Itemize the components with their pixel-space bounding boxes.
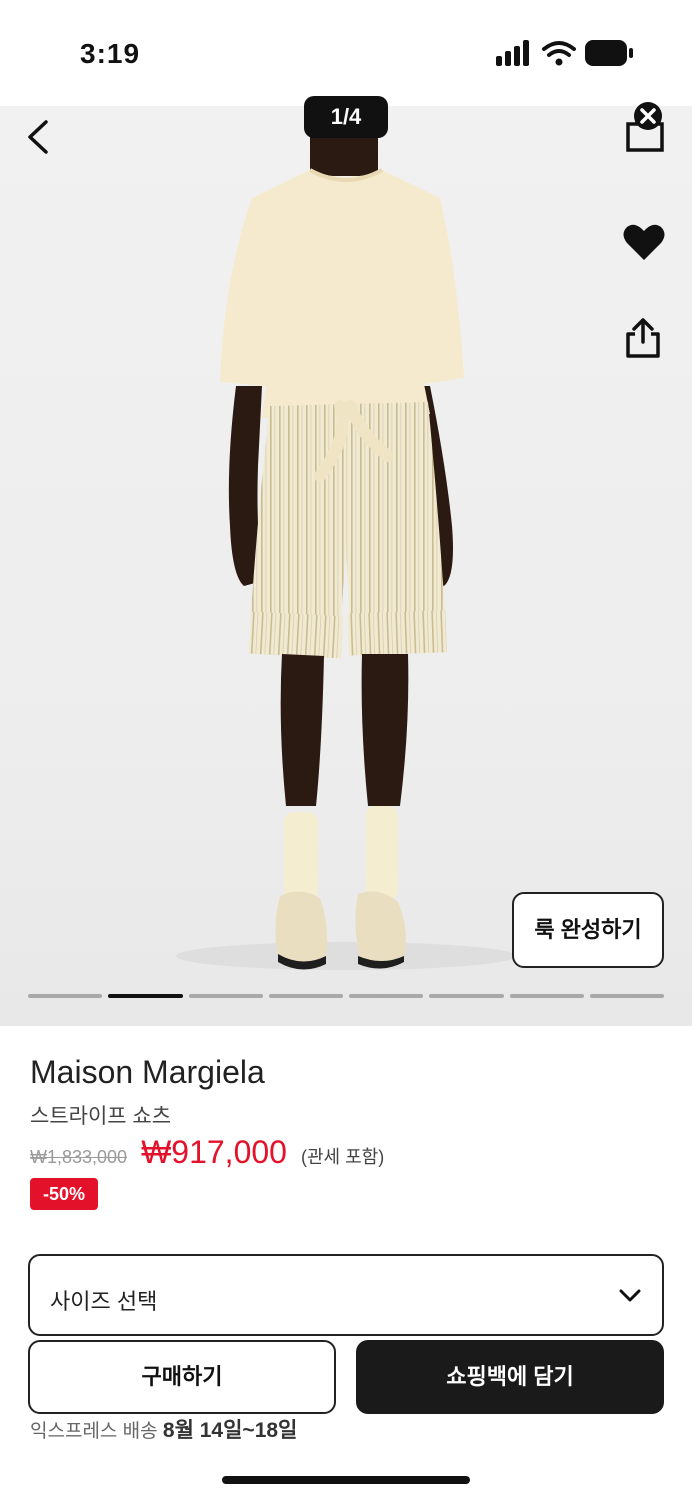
- carousel-dot[interactable]: [349, 994, 424, 998]
- product-photo: [176, 106, 516, 970]
- price-note: (관세 포함): [300, 1147, 385, 1167]
- chevron-down-icon: [619, 1289, 641, 1302]
- delivery-info: 익스프레스 배송 8월 14일~18일: [30, 1414, 297, 1444]
- complete-look-button[interactable]: 룩 완성하기: [512, 892, 664, 968]
- product-image-gallery[interactable]: [0, 106, 692, 1026]
- status-time: 3:19: [80, 38, 141, 69]
- cellular-signal-icon: [496, 40, 532, 66]
- size-select[interactable]: 사이즈 선택: [28, 1254, 664, 1336]
- shopping-bag-button[interactable]: [622, 100, 674, 156]
- delivery-label: 익스프레스 배송: [30, 1421, 158, 1442]
- add-to-bag-button[interactable]: 쇼핑백에 담기: [356, 1340, 664, 1414]
- battery-icon: [585, 40, 633, 66]
- discount-badge: -50%: [30, 1178, 98, 1210]
- buy-now-button[interactable]: 구매하기: [28, 1340, 336, 1414]
- brand-name[interactable]: Maison Margiela: [30, 1054, 265, 1091]
- carousel-dot[interactable]: [589, 994, 664, 998]
- chevron-left-icon[interactable]: [22, 118, 54, 156]
- carousel-dot[interactable]: [28, 994, 103, 998]
- product-name: 스트라이프 쇼츠: [30, 1105, 172, 1128]
- product-detail-screen: 3:19 1/4 룩 완성하기 Maison Margiela 스트라이프 쇼츠…: [0, 0, 692, 1500]
- carousel-dot[interactable]: [268, 994, 343, 998]
- carousel-dot[interactable]: [509, 994, 584, 998]
- carousel-dot[interactable]: [429, 994, 504, 998]
- wifi-icon: [542, 41, 576, 66]
- home-indicator[interactable]: [222, 1476, 470, 1484]
- carousel-dot[interactable]: [188, 994, 263, 998]
- image-page-counter: 1/4: [304, 96, 388, 138]
- sale-price: ₩917,000: [141, 1134, 287, 1170]
- status-bar: 3:19: [0, 0, 692, 106]
- carousel-indicator: [28, 994, 664, 1000]
- carousel-dot[interactable]: [108, 994, 183, 998]
- shopping-bag-icon: [626, 102, 664, 152]
- original-price: ₩1,833,000: [30, 1147, 128, 1167]
- heart-icon[interactable]: [622, 222, 666, 262]
- price-row: ₩1,833,000 ₩917,000 (관세 포함): [30, 1134, 384, 1174]
- delivery-date: 8월 14일~18일: [162, 1419, 298, 1442]
- share-icon[interactable]: [624, 316, 662, 358]
- size-select-label: 사이즈 선택: [50, 1289, 158, 1314]
